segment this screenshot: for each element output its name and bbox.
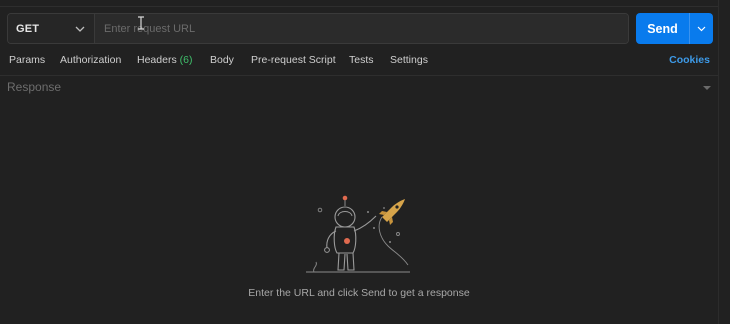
request-bar: GET	[7, 13, 629, 44]
tab-authorization[interactable]: Authorization	[60, 54, 121, 66]
response-title: Response	[7, 80, 62, 94]
chevron-down-icon	[74, 23, 86, 35]
caret-down-icon[interactable]	[702, 84, 712, 92]
astronaut-rocket-illustration	[306, 195, 410, 273]
tabs-divider	[0, 75, 718, 76]
send-button[interactable]: Send	[636, 13, 689, 44]
send-button-group: Send	[636, 13, 713, 44]
tab-body[interactable]: Body	[210, 54, 234, 66]
tab-headers[interactable]: Headers (6)	[137, 54, 192, 66]
method-label: GET	[16, 22, 40, 35]
method-select[interactable]: GET	[8, 14, 95, 43]
tab-tests[interactable]: Tests	[349, 54, 374, 66]
tab-headers-label: Headers	[137, 54, 177, 66]
cookies-link[interactable]: Cookies	[669, 54, 710, 66]
tab-params[interactable]: Params	[9, 54, 45, 66]
headers-count-badge: (6)	[179, 54, 193, 66]
request-window: GET Send Params Authorization Headers (6…	[0, 0, 730, 324]
send-options-button[interactable]	[690, 13, 713, 44]
tab-prerequest-script[interactable]: Pre-request Script	[251, 54, 336, 66]
request-tabs: Params Authorization Headers (6) Body Pr…	[0, 54, 718, 72]
url-input[interactable]	[95, 14, 628, 43]
top-divider	[0, 6, 718, 7]
tab-settings[interactable]: Settings	[390, 54, 428, 66]
right-panel-border	[718, 0, 719, 324]
empty-response-message: Enter the URL and click Send to get a re…	[248, 287, 470, 299]
chevron-down-icon	[697, 26, 706, 31]
